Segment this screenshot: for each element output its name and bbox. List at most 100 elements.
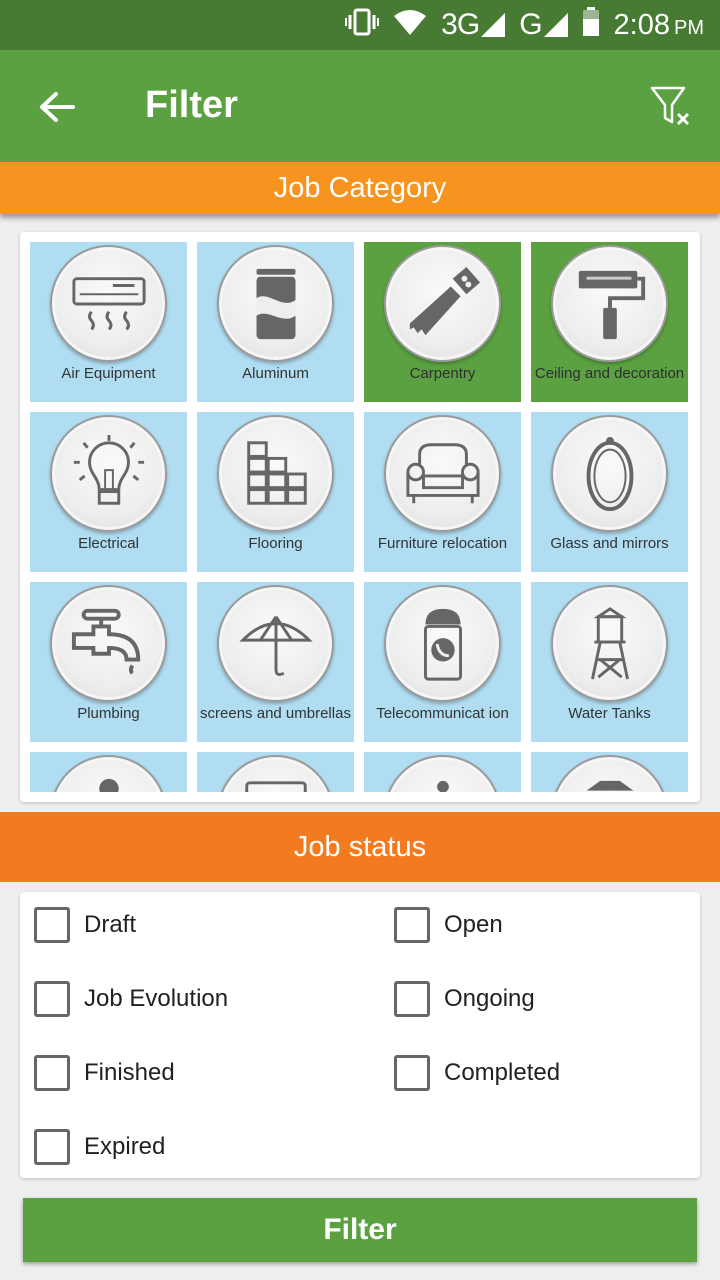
checkbox-label: Open bbox=[444, 911, 503, 938]
category-label: Ceiling and decoration bbox=[534, 365, 685, 382]
job-category-header: Job Category bbox=[0, 162, 720, 214]
category-icon-frame bbox=[50, 755, 167, 792]
category-icon-frame bbox=[217, 245, 334, 362]
checkbox[interactable] bbox=[34, 1055, 70, 1091]
checkbox-label: Completed bbox=[444, 1059, 561, 1086]
filter-button[interactable]: Filter bbox=[23, 1198, 697, 1262]
arrow-left-icon bbox=[40, 92, 75, 122]
category-tile-partial-1[interactable] bbox=[30, 752, 187, 792]
status-option-open[interactable]: Open bbox=[394, 900, 503, 950]
category-label: Air Equipment bbox=[61, 365, 156, 382]
network-g: G bbox=[519, 8, 568, 42]
armchair-icon bbox=[406, 443, 480, 504]
category-icon-frame bbox=[551, 245, 668, 362]
category-icon-frame bbox=[551, 585, 668, 702]
tiles-icon bbox=[247, 441, 307, 505]
category-tile-furniture-relocation[interactable]: Furniture relocation bbox=[364, 412, 521, 572]
status-option-expired[interactable]: Expired bbox=[34, 1122, 165, 1172]
category-tile-partial-3[interactable] bbox=[364, 752, 521, 792]
category-icon-frame bbox=[384, 245, 501, 362]
category-tile-screens-and-umbrellas[interactable]: screens and umbrellas bbox=[197, 582, 354, 742]
category-tile-ceiling-and-decoration[interactable]: Ceiling and decoration bbox=[531, 242, 688, 402]
checkbox-label: Draft bbox=[84, 911, 137, 938]
worker-icon bbox=[99, 778, 119, 792]
category-label: screens and umbrellas bbox=[200, 705, 351, 722]
category-icon-frame bbox=[50, 415, 167, 532]
clear-filter-button[interactable] bbox=[644, 80, 700, 136]
category-tile-flooring[interactable]: Flooring bbox=[197, 412, 354, 572]
paint-roller-icon bbox=[578, 270, 646, 340]
category-icon-frame bbox=[50, 585, 167, 702]
status-option-ongoing[interactable]: Ongoing bbox=[394, 974, 535, 1024]
category-tile-partial-2[interactable] bbox=[197, 752, 354, 792]
category-tile-air-equipment[interactable]: Air Equipment bbox=[30, 242, 187, 402]
network-3g: 3G bbox=[441, 8, 506, 42]
checkbox[interactable] bbox=[394, 981, 430, 1017]
category-tile-carpentry[interactable]: Carpentry bbox=[364, 242, 521, 402]
category-label: Plumbing bbox=[77, 705, 140, 722]
faucet-icon bbox=[71, 608, 141, 675]
vibrate-icon bbox=[345, 7, 380, 44]
category-label: Water Tanks bbox=[568, 705, 651, 722]
category-tile-partial-4[interactable] bbox=[531, 752, 688, 792]
category-tile-water-tanks[interactable]: Water Tanks bbox=[531, 582, 688, 742]
checkbox[interactable] bbox=[394, 1055, 430, 1091]
checkbox[interactable] bbox=[34, 1129, 70, 1165]
back-button[interactable] bbox=[30, 80, 84, 134]
category-icon-frame bbox=[384, 415, 501, 532]
category-label: Aluminum bbox=[242, 365, 309, 382]
status-option-draft[interactable]: Draft bbox=[34, 900, 136, 950]
page-title: Filter bbox=[145, 84, 238, 126]
phone-booth-icon bbox=[423, 608, 463, 681]
category-label: Glass and mirrors bbox=[550, 535, 669, 552]
status-option-completed[interactable]: Completed bbox=[394, 1048, 560, 1098]
info-icon bbox=[437, 780, 449, 792]
air-conditioner-icon bbox=[72, 277, 146, 331]
water-tower-icon bbox=[591, 607, 629, 680]
category-label: Flooring bbox=[248, 535, 303, 552]
job-status-header: Job status bbox=[0, 812, 720, 882]
umbrella-icon bbox=[239, 615, 313, 676]
category-icon-frame bbox=[217, 755, 334, 792]
category-icon-frame bbox=[551, 755, 668, 792]
checkbox-label: Ongoing bbox=[444, 985, 535, 1012]
category-label: Furniture relocation bbox=[377, 535, 508, 552]
status-option-finished[interactable]: Finished bbox=[34, 1048, 175, 1098]
category-tile-aluminum[interactable]: Aluminum bbox=[197, 242, 354, 402]
category-label: Telecommunicat ion bbox=[376, 705, 509, 722]
status-bar: 3G G 2:08 PM bbox=[0, 0, 720, 50]
light-bulb-icon bbox=[73, 435, 145, 505]
category-tile-glass-and-mirrors[interactable]: Glass and mirrors bbox=[531, 412, 688, 572]
category-icon-frame bbox=[217, 585, 334, 702]
checkbox-label: Expired bbox=[84, 1133, 166, 1160]
checkbox[interactable] bbox=[34, 907, 70, 943]
battery-icon bbox=[582, 6, 600, 44]
status-option-job-evolution[interactable]: Job Evolution bbox=[34, 974, 228, 1024]
category-icon-frame bbox=[551, 415, 668, 532]
category-grid[interactable]: Air Equipment Aluminum Carpentry Ceiling… bbox=[30, 242, 690, 792]
checkbox-label: Job Evolution bbox=[84, 985, 229, 1012]
mirror-icon bbox=[586, 436, 634, 512]
category-label: Carpentry bbox=[409, 365, 476, 382]
checkbox[interactable] bbox=[34, 981, 70, 1017]
category-tile-plumbing[interactable]: Plumbing bbox=[30, 582, 187, 742]
job-status-panel: Draft Open Job Evolution Ongoing Finishe… bbox=[20, 892, 700, 1178]
checkbox[interactable] bbox=[394, 907, 430, 943]
category-tile-electrical[interactable]: Electrical bbox=[30, 412, 187, 572]
filter-clear-icon bbox=[650, 86, 690, 126]
wifi-icon bbox=[393, 8, 427, 43]
category-icon-frame bbox=[384, 755, 501, 792]
clock: 2:08 PM bbox=[613, 8, 704, 41]
saw-icon bbox=[409, 266, 481, 336]
can-icon bbox=[256, 268, 296, 340]
pipe-icon bbox=[245, 781, 307, 792]
category-label: Electrical bbox=[78, 535, 139, 552]
category-tile-telecommunication[interactable]: Telecommunicat ion bbox=[364, 582, 521, 742]
category-icon-frame bbox=[50, 245, 167, 362]
category-icon-frame bbox=[384, 585, 501, 702]
car-icon bbox=[586, 780, 634, 791]
checkbox-label: Finished bbox=[84, 1059, 175, 1086]
app-bar: Filter bbox=[0, 50, 720, 162]
category-icon-frame bbox=[217, 415, 334, 532]
job-category-panel[interactable]: Air Equipment Aluminum Carpentry Ceiling… bbox=[20, 232, 700, 802]
